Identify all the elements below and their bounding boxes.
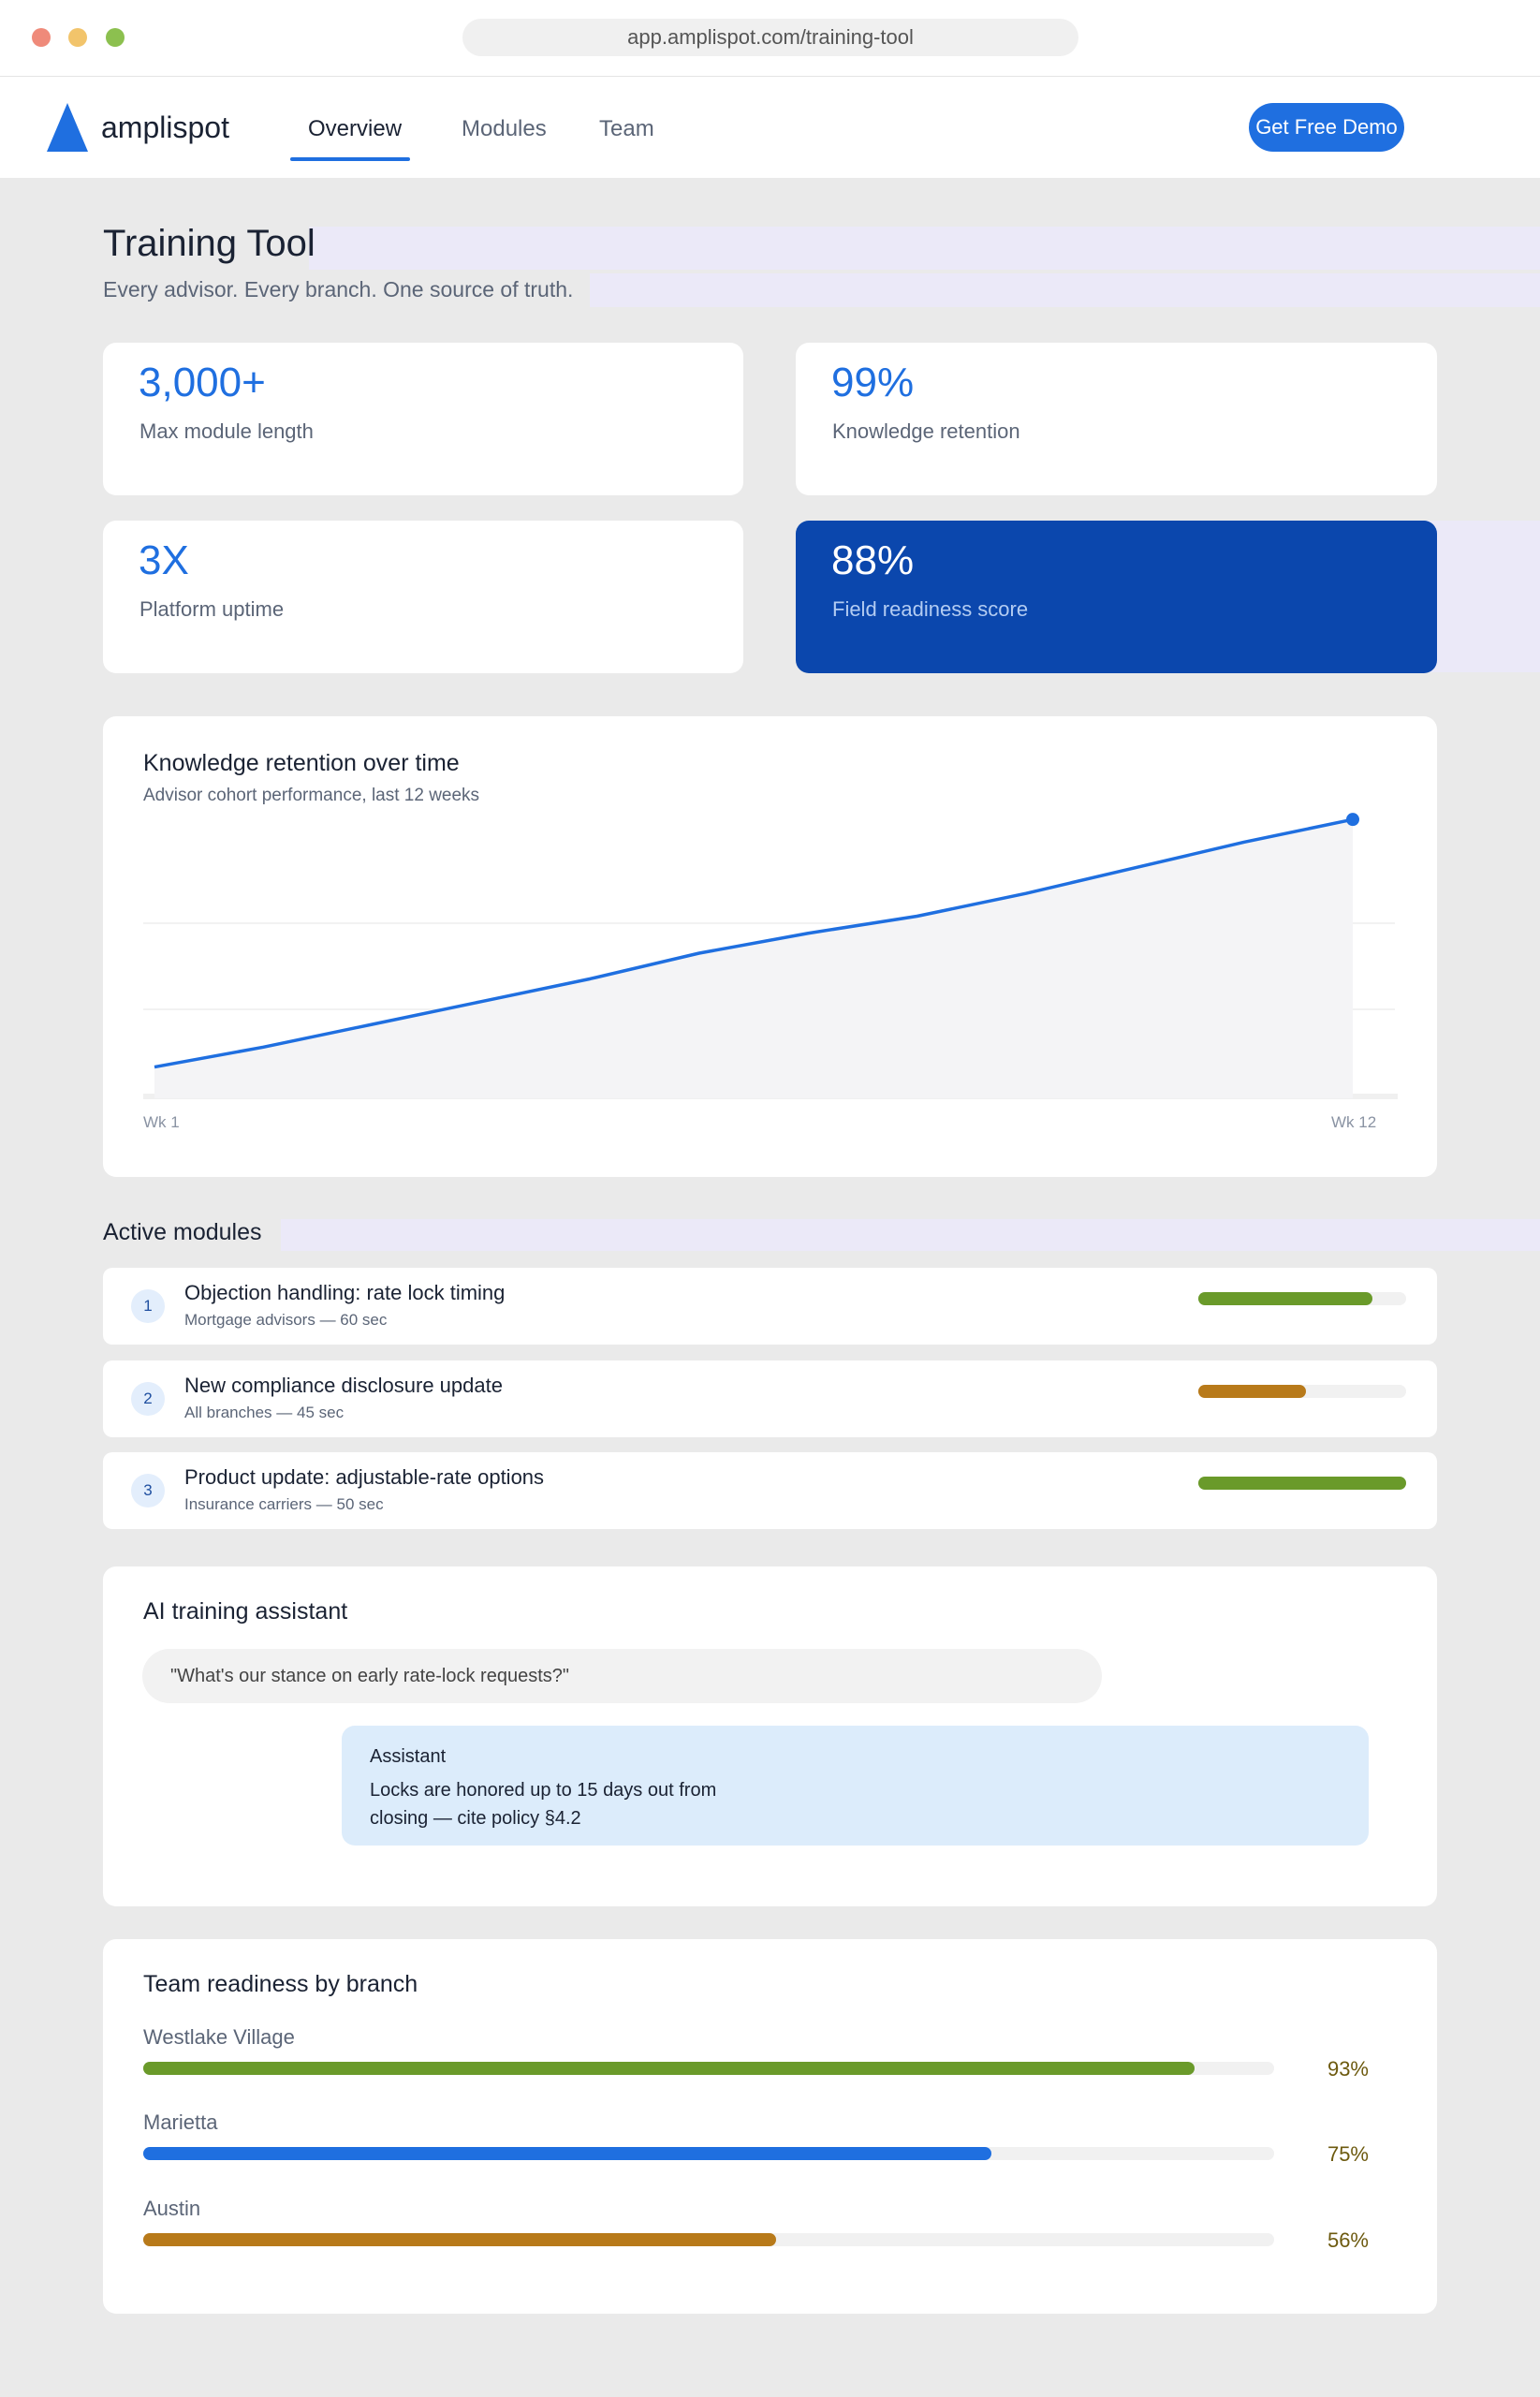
module-title: New compliance disclosure update	[184, 1374, 503, 1397]
top-nav: amplispot Overview Modules Team Get Free…	[0, 77, 1540, 178]
branch-progress-fill	[143, 2147, 991, 2160]
section-highlight-band	[281, 1219, 1540, 1251]
module-row[interactable]: 1 Objection handling: rate lock timing M…	[103, 1268, 1437, 1345]
reply-text: Locks are honored up to 15 days out from…	[370, 1780, 717, 1829]
brand-name: amplispot	[101, 110, 229, 144]
stat-card: 3,000+ Max module length	[103, 343, 743, 495]
x-tick-label-start: Wk 1	[143, 1113, 180, 1131]
get-free-demo-button[interactable]: Get Free Demo	[1249, 103, 1404, 152]
subtitle-highlight-band	[590, 273, 1540, 307]
window-maximize-dot[interactable]	[106, 28, 125, 47]
module-number-badge: 3	[131, 1474, 165, 1507]
card-highlight-band	[1423, 521, 1540, 672]
branch-progress-fill	[143, 2233, 777, 2246]
module-row[interactable]: 3 Product update: adjustable-rate option…	[103, 1452, 1437, 1529]
module-title: Product update: adjustable-rate options	[184, 1465, 545, 1489]
stat-value: 3X	[139, 537, 189, 583]
stat-label: Max module length	[139, 419, 314, 443]
module-progress-track	[1198, 1385, 1406, 1398]
assistant-reply-bubble: Assistant Locks are honored up to 15 day…	[342, 1726, 1369, 1846]
reply-author: Assistant	[370, 1746, 447, 1767]
branch-name: Marietta	[143, 2110, 218, 2134]
module-number-badge: 1	[131, 1289, 165, 1323]
branch-percent: 56%	[1327, 2228, 1369, 2252]
chart-area-fill	[154, 819, 1353, 1098]
user-query-bubble: "What's our stance on early rate-lock re…	[142, 1649, 1102, 1703]
branch-percent: 93%	[1327, 2057, 1369, 2081]
branch-percent: 75%	[1327, 2142, 1369, 2166]
chart-data-point	[1346, 813, 1359, 827]
active-tab-indicator	[290, 157, 410, 161]
amplispot-logo-icon	[47, 103, 88, 152]
active-modules-title: Active modules	[103, 1219, 262, 1245]
branch-progress-track	[143, 2062, 1274, 2075]
module-meta: Mortgage advisors — 60 sec	[184, 1311, 388, 1329]
module-title: Objection handling: rate lock timing	[184, 1281, 506, 1304]
team-readiness-card: Team readiness by branch Westlake Villag…	[103, 1939, 1437, 2314]
assistant-title: AI training assistant	[143, 1598, 348, 1625]
page-subtitle: Every advisor. Every branch. One source …	[103, 277, 574, 301]
header-highlight-band	[309, 227, 1540, 270]
retention-chart	[143, 813, 1398, 1099]
branch-progress-fill	[143, 2062, 1195, 2075]
module-meta: Insurance carriers — 50 sec	[184, 1495, 384, 1513]
stat-card: 99% Knowledge retention	[796, 343, 1437, 495]
x-tick-label-end: Wk 12	[1331, 1113, 1377, 1131]
module-progress-track	[1198, 1477, 1406, 1490]
module-row[interactable]: 2 New compliance disclosure update All b…	[103, 1360, 1437, 1437]
browser-chrome: app.amplispot.com/training-tool	[0, 0, 1540, 77]
branch-name: Westlake Village	[143, 2025, 295, 2049]
retention-chart-card: Knowledge retention over time Advisor co…	[103, 716, 1437, 1177]
stat-card-highlighted: 88% Field readiness score	[796, 521, 1437, 673]
page-title: Training Tool	[103, 223, 315, 264]
address-bar[interactable]: app.amplispot.com/training-tool	[462, 19, 1078, 56]
module-progress-track	[1198, 1292, 1406, 1305]
stat-value: 3,000+	[139, 360, 266, 405]
tab-modules[interactable]: Modules	[462, 116, 547, 142]
stat-label: Field readiness score	[832, 597, 1029, 621]
stat-value: 88%	[831, 537, 915, 583]
readiness-title: Team readiness by branch	[143, 1971, 418, 1997]
module-progress-fill	[1198, 1385, 1307, 1398]
branch-progress-track	[143, 2233, 1274, 2246]
tab-overview[interactable]: Overview	[308, 116, 402, 142]
ai-assistant-card: AI training assistant "What's our stance…	[103, 1566, 1437, 1906]
module-number-badge: 2	[131, 1382, 165, 1416]
window-minimize-dot[interactable]	[68, 28, 87, 47]
branch-name: Austin	[143, 2197, 201, 2220]
module-progress-fill	[1198, 1477, 1406, 1490]
tab-team[interactable]: Team	[599, 116, 654, 142]
window-close-dot[interactable]	[32, 28, 51, 47]
module-progress-fill	[1198, 1292, 1373, 1305]
module-meta: All branches — 45 sec	[184, 1404, 345, 1421]
branch-progress-track	[143, 2147, 1274, 2160]
stat-card: 3X Platform uptime	[103, 521, 743, 673]
stat-label: Platform uptime	[139, 597, 285, 621]
stat-label: Knowledge retention	[832, 419, 1020, 443]
stat-value: 99%	[831, 360, 915, 405]
